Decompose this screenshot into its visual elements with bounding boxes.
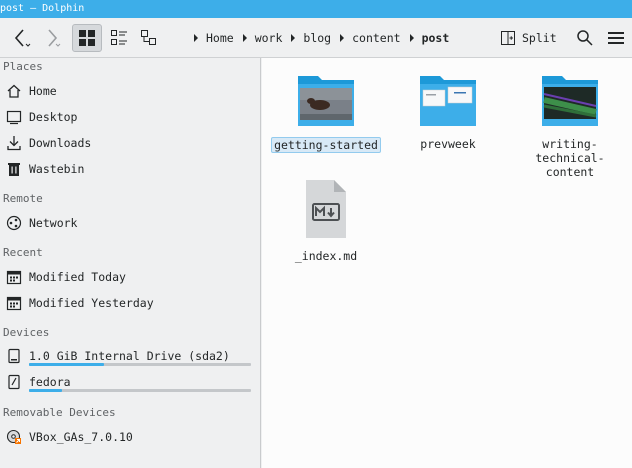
forward-arrow-icon <box>48 29 61 47</box>
sidebar-item-label: Downloads <box>29 136 92 150</box>
section-devices: Devices <box>3 326 50 339</box>
breadcrumb-work[interactable]: work <box>255 31 283 45</box>
sidebar-item-label: Modified Yesterday <box>29 296 154 310</box>
drive-icon <box>5 373 23 391</box>
sidebar-item-modified-yesterday[interactable]: Modified Yesterday <box>5 292 154 314</box>
details-view-button[interactable] <box>136 24 162 52</box>
calendar-icon <box>5 294 23 312</box>
section-removable-devices: Removable Devices <box>3 406 116 419</box>
calendar-icon <box>5 268 23 286</box>
network-icon <box>5 214 23 232</box>
usage-fill <box>29 363 105 366</box>
folder-icon <box>542 76 598 126</box>
sidebar-item-home[interactable]: Home <box>5 80 57 102</box>
folder-icon <box>420 76 476 126</box>
file-name: getting-started <box>271 137 381 153</box>
sidebar-item-desktop[interactable]: Desktop <box>5 106 77 128</box>
compact-view-icon <box>111 30 127 45</box>
file-item-index-md[interactable]: _index.md <box>270 178 382 263</box>
breadcrumb-separator-icon <box>291 34 296 42</box>
split-button[interactable]: Split <box>500 24 557 52</box>
breadcrumb-separator-icon <box>409 34 414 42</box>
section-remote: Remote <box>3 192 43 205</box>
search-button[interactable] <box>572 24 598 52</box>
markdown-file-icon <box>306 180 346 238</box>
sidebar-item-label: VBox_GAs_7.0.10 <box>29 430 133 444</box>
sidebar-item-vbox-gas[interactable]: VBox_GAs_7.0.10 <box>5 426 133 448</box>
file-item-prevweek[interactable]: prevweek <box>392 72 504 151</box>
breadcrumb-separator-icon <box>242 34 247 42</box>
breadcrumb-post[interactable]: post <box>422 31 450 45</box>
breadcrumb-blog[interactable]: blog <box>303 31 331 45</box>
usage-fill <box>29 389 63 392</box>
folder-icon <box>298 76 354 126</box>
internal-drive-usage-bar <box>29 363 251 366</box>
sidebar-item-label: Network <box>29 216 78 230</box>
forward-button[interactable] <box>38 24 64 52</box>
sidebar-item-label: Wastebin <box>29 162 85 176</box>
sidebar-item-network[interactable]: Network <box>5 212 77 234</box>
sidebar-item-label: Home <box>29 84 57 98</box>
details-view-icon <box>141 30 156 45</box>
back-arrow-icon <box>14 29 31 47</box>
drive-icon <box>5 347 23 365</box>
icons-view-icon <box>79 30 95 46</box>
split-button-label: Split <box>522 31 557 45</box>
file-name: writing- technical-content <box>535 137 605 179</box>
sidebar-item-label: Modified Today <box>29 270 126 284</box>
optical-disc-icon <box>5 428 23 446</box>
desktop-icon <box>5 108 23 126</box>
fedora-usage-bar <box>29 389 251 392</box>
window-title: post — Dolphin <box>0 3 85 14</box>
section-places: Places <box>3 60 43 73</box>
menu-button[interactable] <box>603 24 629 52</box>
download-icon <box>5 134 23 152</box>
icons-view-button[interactable] <box>72 24 102 52</box>
trash-icon <box>5 160 23 178</box>
file-name: prevweek <box>420 137 476 151</box>
compact-view-button[interactable] <box>106 24 132 52</box>
sidebar-item-downloads[interactable]: Downloads <box>5 132 91 154</box>
breadcrumb: Home work blog content post <box>194 24 458 52</box>
file-item-writing-technical-content[interactable]: writing- technical-content <box>514 72 626 179</box>
sidebar-item-label: Desktop <box>29 110 78 124</box>
back-button[interactable] <box>8 24 34 52</box>
home-icon <box>5 82 23 100</box>
split-view-icon <box>501 31 515 45</box>
sidebar-item-label: fedora <box>29 375 71 389</box>
breadcrumb-content[interactable]: content <box>352 31 400 45</box>
sidebar-item-modified-today[interactable]: Modified Today <box>5 266 126 288</box>
search-icon <box>577 30 593 46</box>
places-panel: Places Home Desktop Downloads Wastebin R… <box>0 58 261 468</box>
hamburger-menu-icon <box>608 32 624 44</box>
breadcrumb-separator-icon <box>340 34 345 42</box>
sidebar-item-wastebin[interactable]: Wastebin <box>5 158 84 180</box>
file-name: _index.md <box>294 249 358 263</box>
file-view[interactable]: getting-started prevweek writing- techni… <box>262 58 632 468</box>
file-item-getting-started[interactable]: getting-started <box>270 72 382 153</box>
window-titlebar: post — Dolphin <box>0 0 632 18</box>
section-recent: Recent <box>3 246 43 259</box>
toolbar: Home work blog content post Split <box>0 18 632 58</box>
sidebar-item-label: 1.0 GiB Internal Drive (sda2) <box>29 349 230 363</box>
breadcrumb-separator-icon <box>194 34 198 42</box>
breadcrumb-home[interactable]: Home <box>206 31 234 45</box>
